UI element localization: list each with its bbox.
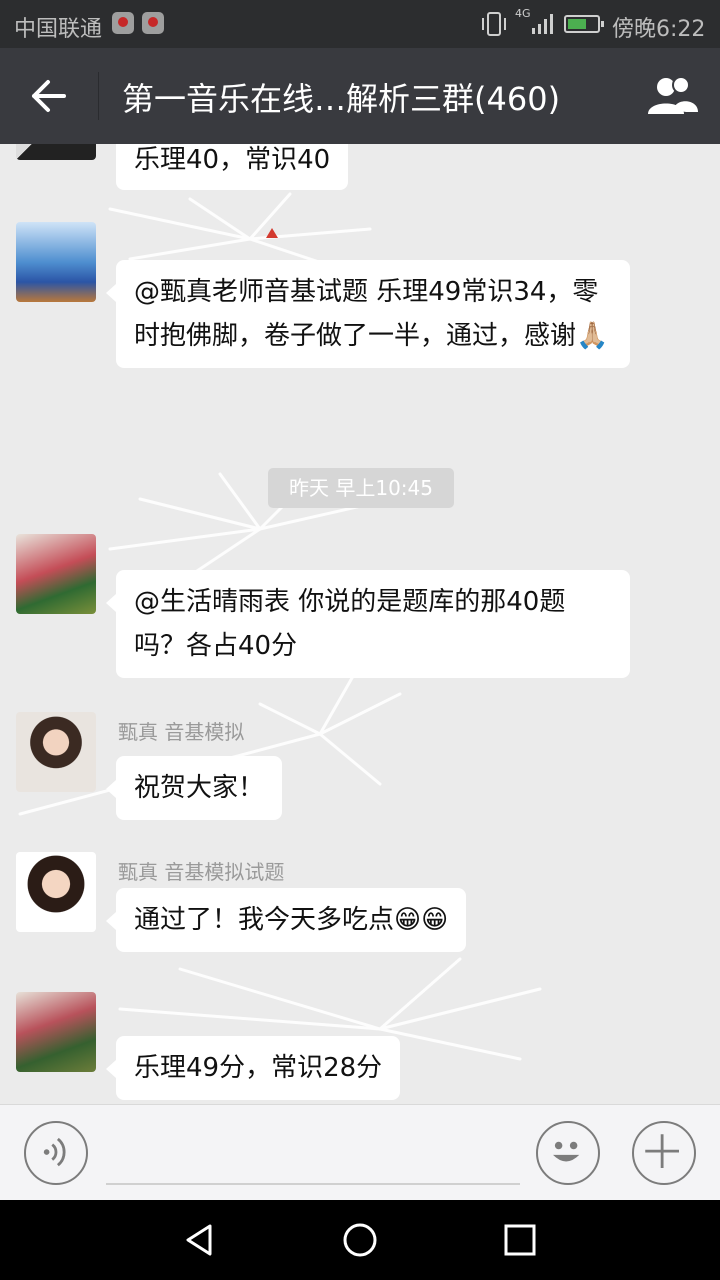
notification-icon — [112, 12, 134, 34]
recents-square-icon[interactable] — [500, 1220, 540, 1260]
sender-name: 甄真 音基模拟试题 — [118, 860, 285, 884]
message-list[interactable]: 乐理40，常识40 @甄真老师音基试题 乐理49常识34，零时抱佛脚，卷子做了一… — [0, 144, 720, 1104]
message-bubble[interactable]: 乐理49分，常识28分 — [105, 1036, 401, 1100]
message-bubble[interactable]: @生活晴雨表 你说的是题库的那40题吗？各占40分 — [106, 570, 630, 678]
sender-name: 甄真 音基模拟 — [118, 720, 245, 744]
message-text: @甄真老师音基试题 乐理49常识34，零时抱佛脚，卷子做了一半，通过，感谢🙏🏼 — [134, 277, 609, 351]
voice-button[interactable] — [24, 1121, 88, 1185]
avatar[interactable] — [16, 144, 96, 160]
notification-icon — [142, 12, 164, 34]
emoji-button[interactable] — [536, 1121, 600, 1185]
network-type-label: 4G — [515, 7, 531, 20]
chat-header: 第一音乐在线…解析三群(460) — [0, 48, 720, 144]
avatar[interactable] — [16, 852, 96, 932]
signal-icon — [532, 14, 553, 34]
avatar[interactable] — [16, 534, 96, 614]
timestamp-divider: 昨天 早上10:45 — [268, 468, 454, 508]
message-text: 乐理40，常识40 — [134, 145, 331, 175]
message-bubble[interactable]: 乐理40，常识40 — [116, 144, 349, 190]
input-bar — [0, 1104, 720, 1200]
message-text: 乐理49分，常识28分 — [134, 1053, 383, 1083]
more-button[interactable] — [632, 1121, 696, 1185]
avatar[interactable] — [16, 992, 96, 1072]
message-text: @生活晴雨表 你说的是题库的那40题吗？各占40分 — [134, 587, 566, 661]
message-text: 祝贺大家！ — [134, 773, 265, 803]
avatar[interactable] — [16, 222, 96, 302]
group-members-icon[interactable] — [644, 74, 700, 118]
battery-icon — [564, 15, 604, 33]
voice-icon — [43, 1137, 66, 1167]
home-circle-icon[interactable] — [340, 1220, 380, 1260]
message-bubble[interactable]: 通过了！我今天多吃点😁😁 — [105, 888, 467, 952]
arrow-left-icon[interactable] — [26, 74, 70, 118]
status-bar: 中国联通 4G 傍晚6:22 — [0, 0, 720, 48]
emoji-icon — [553, 1141, 580, 1162]
clock-label: 傍晚6:22 — [612, 17, 706, 42]
carrier-label: 中国联通 — [14, 17, 103, 42]
system-nav-bar — [0, 1200, 720, 1280]
message-input[interactable] — [106, 1183, 520, 1185]
plus-icon — [645, 1134, 679, 1168]
message-bubble[interactable]: 祝贺大家！ — [105, 756, 283, 820]
header-divider — [98, 72, 99, 120]
avatar[interactable] — [16, 712, 96, 792]
vibrate-icon — [482, 12, 506, 36]
message-text: 通过了！我今天多吃点😁😁 — [134, 905, 449, 935]
back-triangle-icon[interactable] — [180, 1220, 220, 1260]
message-bubble[interactable]: @甄真老师音基试题 乐理49常识34，零时抱佛脚，卷子做了一半，通过，感谢🙏🏼 — [106, 260, 630, 368]
chat-title: 第一音乐在线…解析三群(460) — [122, 80, 561, 118]
